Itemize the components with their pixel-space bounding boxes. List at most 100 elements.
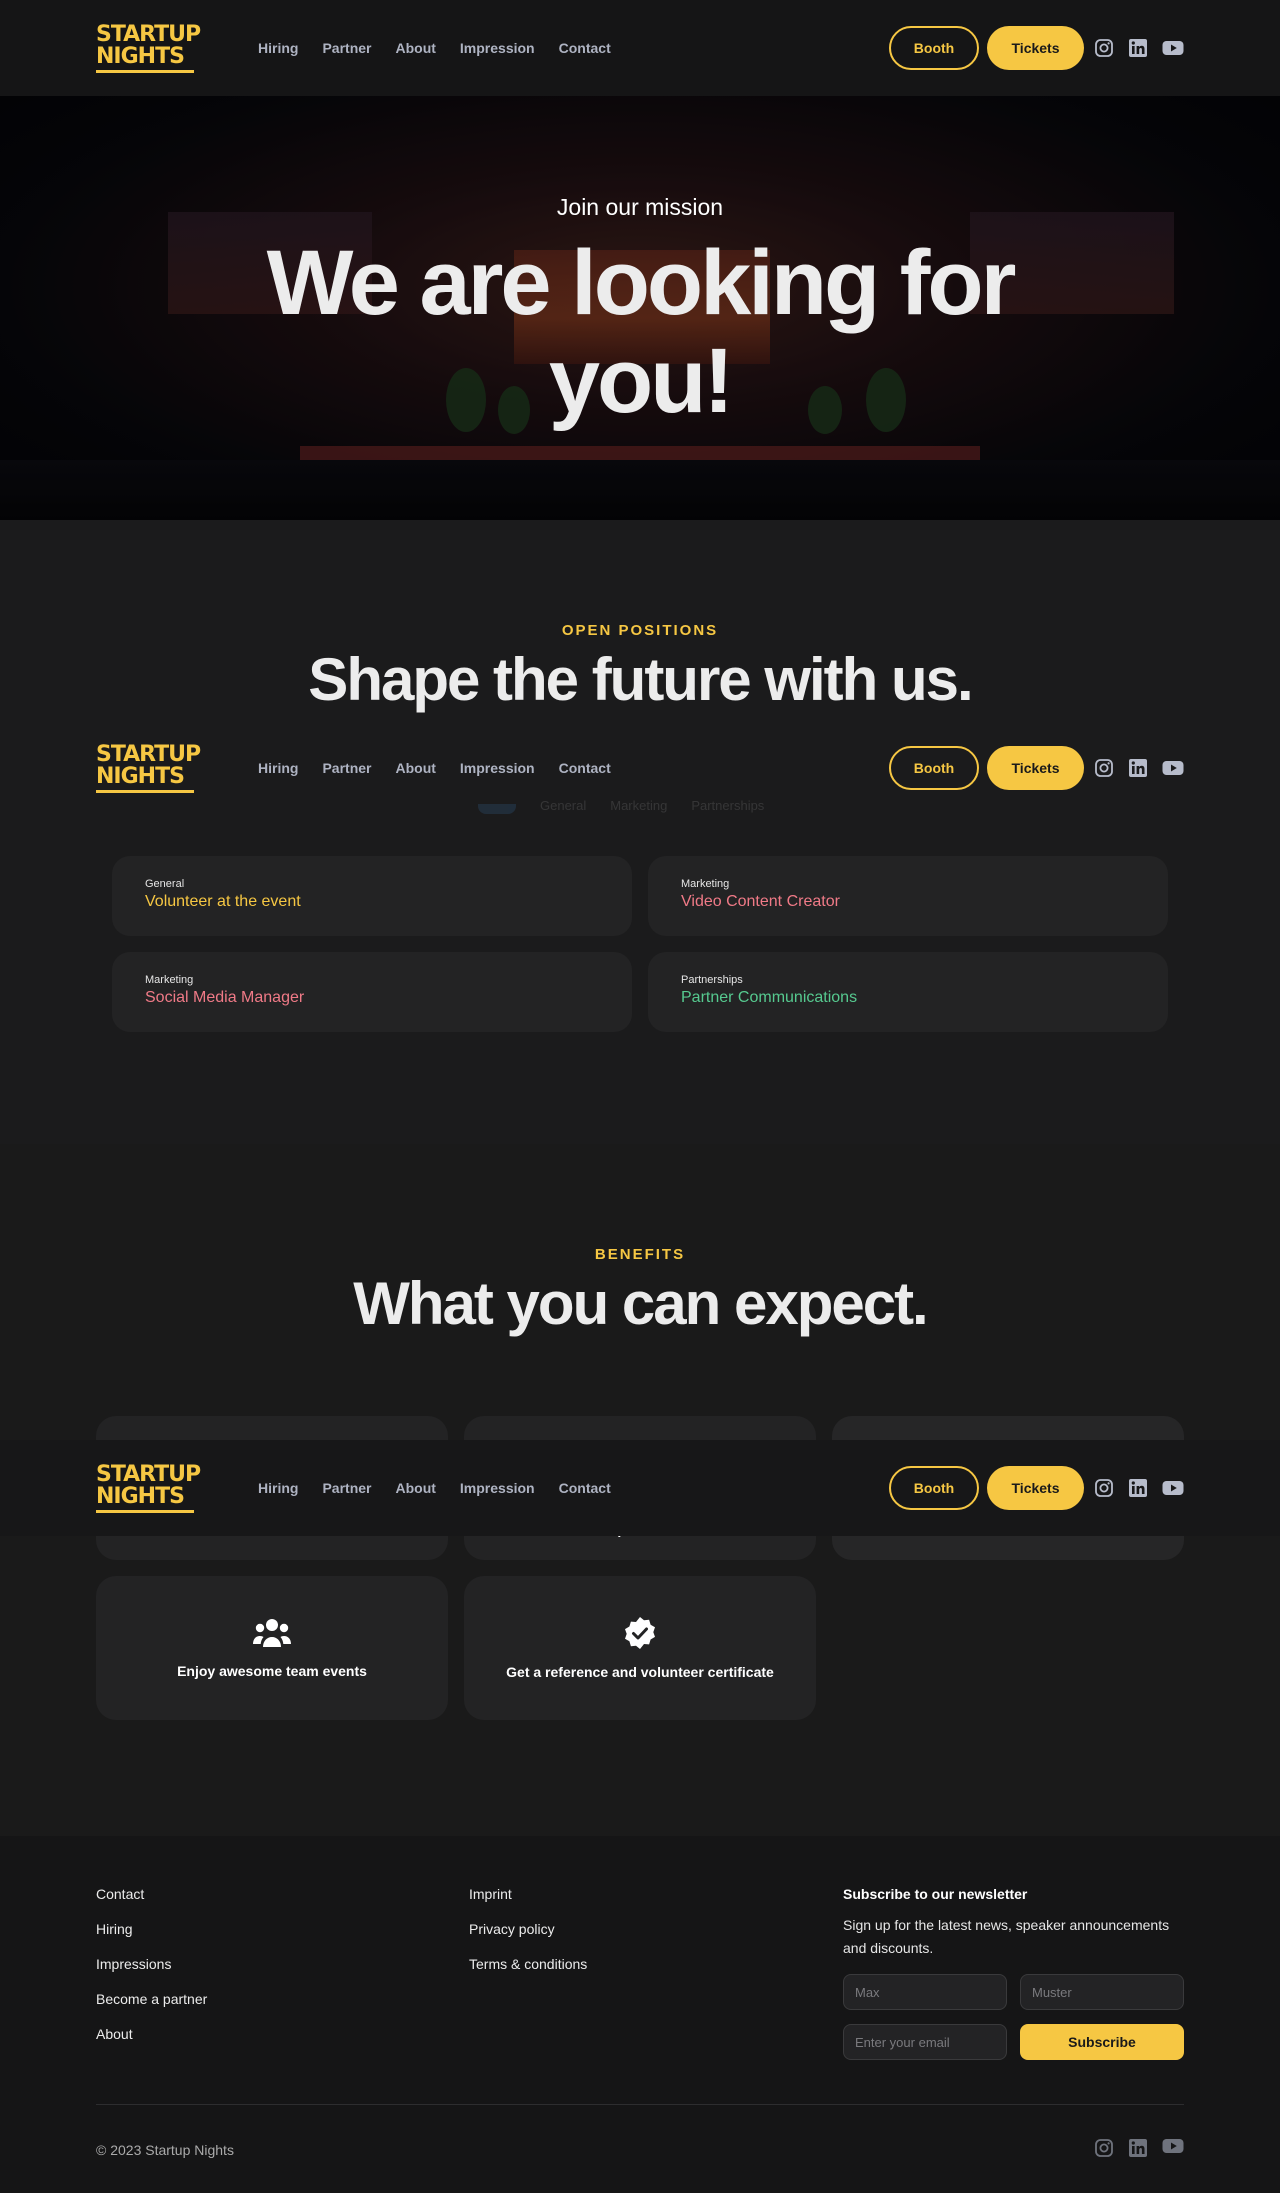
last-name-input[interactable] bbox=[1020, 1974, 1184, 2010]
youtube-icon[interactable] bbox=[1162, 2138, 1184, 2154]
logo-underline bbox=[96, 69, 194, 73]
nav-link-hiring[interactable]: Hiring bbox=[258, 1480, 298, 1496]
job-card[interactable]: General Volunteer at the event bbox=[112, 856, 632, 936]
nav-link-partner[interactable]: Partner bbox=[322, 1480, 371, 1496]
job-title: Partner Communications bbox=[681, 989, 858, 1006]
logo-line2: NIGHTS bbox=[96, 763, 185, 789]
instagram-icon[interactable] bbox=[1094, 1478, 1114, 1498]
benefit-card: Enjoy awesome team events bbox=[96, 1576, 448, 1720]
footer-social-links bbox=[1094, 2138, 1184, 2158]
footer-links-col1: Contact Hiring Impressions Become a part… bbox=[96, 1886, 207, 2042]
linkedin-icon[interactable] bbox=[1128, 38, 1148, 58]
logo-underline bbox=[96, 789, 194, 793]
nav-link-about[interactable]: About bbox=[395, 1480, 435, 1496]
startup-nights-logo[interactable]: STARTUP NIGHTS bbox=[96, 1461, 201, 1513]
newsletter-form: Subscribe to our newsletter Sign up for … bbox=[843, 1886, 1184, 2060]
footer-link-about[interactable]: About bbox=[96, 2026, 207, 2042]
youtube-icon[interactable] bbox=[1162, 760, 1184, 776]
linkedin-icon[interactable] bbox=[1128, 2138, 1148, 2158]
email-input[interactable] bbox=[843, 2024, 1007, 2060]
tickets-button[interactable]: Tickets bbox=[987, 746, 1084, 790]
instagram-icon[interactable] bbox=[1094, 758, 1114, 778]
nav-link-contact[interactable]: Contact bbox=[559, 40, 611, 56]
nav-menu: Hiring Partner About Impression Contact bbox=[258, 40, 611, 56]
top-navbar: STARTUP NIGHTS Hiring Partner About Impr… bbox=[0, 0, 1280, 96]
subscribe-button[interactable]: Subscribe bbox=[1020, 2024, 1184, 2060]
positions-title: Shape the future with us. bbox=[308, 646, 973, 713]
footer-link-hiring[interactable]: Hiring bbox=[96, 1921, 207, 1937]
benefit-text: Get a reference and volunteer certificat… bbox=[506, 1664, 774, 1680]
instagram-icon[interactable] bbox=[1094, 38, 1114, 58]
positions-kicker: OPEN POSITIONS bbox=[561, 622, 719, 639]
footer-link-become-partner[interactable]: Become a partner bbox=[96, 1991, 207, 2007]
nav-link-contact[interactable]: Contact bbox=[559, 1480, 611, 1496]
nav-actions: Booth Tickets bbox=[889, 1466, 1184, 1510]
footer-link-terms[interactable]: Terms & conditions bbox=[469, 1956, 587, 1972]
benefits-title: What you can expect. bbox=[353, 1270, 928, 1337]
job-category: General bbox=[145, 878, 185, 890]
footer-link-imprint[interactable]: Imprint bbox=[469, 1886, 587, 1902]
logo-line2: NIGHTS bbox=[96, 1483, 185, 1509]
tickets-button[interactable]: Tickets bbox=[987, 26, 1084, 70]
social-links bbox=[1094, 38, 1184, 58]
logo-line1: STARTUP bbox=[96, 1461, 201, 1487]
footer-link-impressions[interactable]: Impressions bbox=[96, 1956, 207, 1972]
youtube-icon[interactable] bbox=[1162, 1480, 1184, 1496]
open-positions-section: OPEN POSITIONS Shape the future with us.… bbox=[0, 520, 1280, 1144]
linkedin-icon[interactable] bbox=[1128, 758, 1148, 778]
job-card[interactable]: Marketing Social Media Manager bbox=[112, 952, 632, 1032]
job-list: General Volunteer at the event Marketing… bbox=[112, 856, 1168, 1032]
nav-link-partner[interactable]: Partner bbox=[322, 40, 371, 56]
footer: Contact Hiring Impressions Become a part… bbox=[0, 1836, 1280, 2193]
footer-links-col2: Imprint Privacy policy Terms & condition… bbox=[469, 1886, 587, 1972]
nav-link-hiring[interactable]: Hiring bbox=[258, 760, 298, 776]
startup-nights-logo[interactable]: STARTUP NIGHTS bbox=[96, 741, 201, 793]
nav-menu: Hiring Partner About Impression Contact bbox=[258, 760, 611, 776]
nav-link-about[interactable]: About bbox=[395, 760, 435, 776]
logo-line1: STARTUP bbox=[96, 21, 201, 47]
copyright: © 2023 Startup Nights bbox=[96, 2142, 234, 2158]
booth-button[interactable]: Booth bbox=[889, 1466, 979, 1510]
social-links bbox=[1094, 1478, 1184, 1498]
job-category: Marketing bbox=[681, 878, 730, 890]
logo-line1: STARTUP bbox=[96, 741, 201, 767]
nav-link-impression[interactable]: Impression bbox=[460, 760, 535, 776]
youtube-icon[interactable] bbox=[1162, 40, 1184, 56]
benefit-text: Enjoy awesome team events bbox=[177, 1663, 367, 1679]
newsletter-title: Subscribe to our newsletter bbox=[843, 1886, 1028, 1902]
nav-link-impression[interactable]: Impression bbox=[460, 40, 535, 56]
job-title: Video Content Creator bbox=[681, 893, 840, 910]
job-title: Volunteer at the event bbox=[145, 893, 301, 910]
email-row: Subscribe bbox=[843, 2024, 1184, 2060]
job-title: Social Media Manager bbox=[145, 989, 305, 1006]
tickets-button[interactable]: Tickets bbox=[987, 1466, 1084, 1510]
logo-underline bbox=[96, 1509, 194, 1513]
logo-line2: NIGHTS bbox=[96, 43, 185, 69]
startup-nights-logo[interactable]: STARTUP NIGHTS bbox=[96, 21, 201, 73]
nav-link-partner[interactable]: Partner bbox=[322, 760, 371, 776]
booth-button[interactable]: Booth bbox=[889, 26, 979, 70]
footer-link-privacy[interactable]: Privacy policy bbox=[469, 1921, 587, 1937]
nav-actions: Booth Tickets bbox=[889, 746, 1184, 790]
job-category: Partnerships bbox=[681, 974, 743, 986]
job-category: Marketing bbox=[145, 974, 194, 986]
sticky-navbar: STARTUP NIGHTS Hiring Partner About Impr… bbox=[0, 1440, 1280, 1536]
nav-menu: Hiring Partner About Impression Contact bbox=[258, 1480, 611, 1496]
hero-section: Join our mission We are looking for you! bbox=[0, 96, 1280, 520]
nav-link-impression[interactable]: Impression bbox=[460, 1480, 535, 1496]
benefit-card: Get a reference and volunteer certificat… bbox=[464, 1576, 816, 1720]
footer-divider bbox=[96, 2104, 1184, 2105]
hero-kicker: Join our mission bbox=[556, 194, 724, 220]
booth-button[interactable]: Booth bbox=[889, 746, 979, 790]
job-card[interactable]: Partnerships Partner Communications bbox=[648, 952, 1168, 1032]
job-card[interactable]: Marketing Video Content Creator bbox=[648, 856, 1168, 936]
social-links bbox=[1094, 758, 1184, 778]
instagram-icon[interactable] bbox=[1094, 2138, 1114, 2158]
first-name-input[interactable] bbox=[843, 1974, 1007, 2010]
team-icon bbox=[253, 1619, 291, 1647]
linkedin-icon[interactable] bbox=[1128, 1478, 1148, 1498]
footer-link-contact[interactable]: Contact bbox=[96, 1886, 207, 1902]
nav-link-contact[interactable]: Contact bbox=[559, 760, 611, 776]
nav-link-hiring[interactable]: Hiring bbox=[258, 40, 298, 56]
nav-link-about[interactable]: About bbox=[395, 40, 435, 56]
